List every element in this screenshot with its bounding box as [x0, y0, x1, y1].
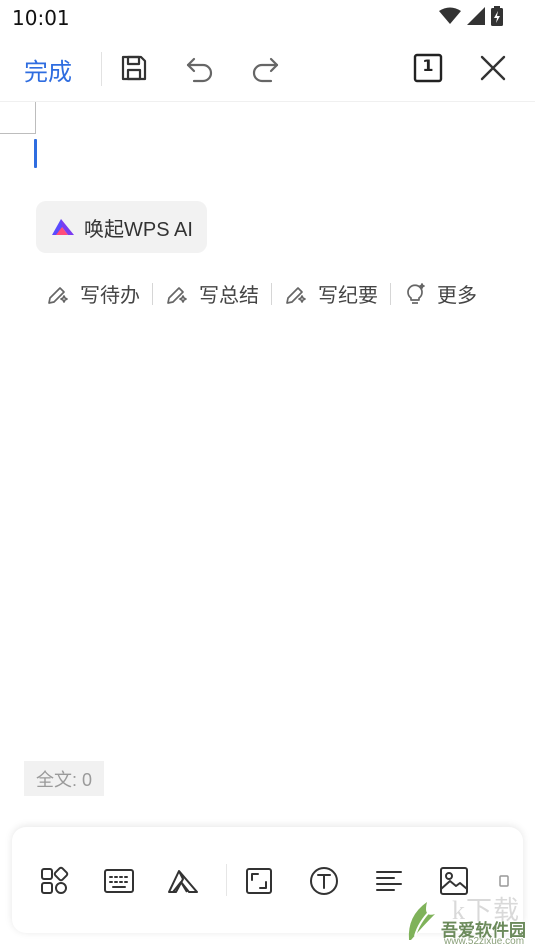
status-icons	[439, 6, 503, 26]
suggestion-label: 写总结	[199, 283, 259, 307]
page-corner-mark	[0, 133, 36, 134]
watermark-url: www.52zixue.com	[444, 936, 525, 947]
suggestion-label: 更多	[437, 283, 477, 307]
toolbar-bottom-border	[0, 101, 535, 102]
suggestion-label: 写待办	[80, 283, 140, 307]
page-number: 1	[422, 56, 434, 75]
suggestion-summary[interactable]: 写总结	[165, 279, 259, 308]
status-time: 10:01	[12, 6, 70, 30]
align-left-icon[interactable]	[369, 861, 409, 901]
bottom-toolbar-divider	[226, 864, 227, 896]
toolbar-divider	[101, 52, 102, 86]
word-count: 全文: 0	[24, 761, 104, 796]
suggestion-divider	[152, 282, 153, 305]
watermark-logo	[405, 896, 441, 946]
page-corner-mark-vertical	[35, 102, 36, 134]
pen-sparkle-icon	[46, 282, 70, 306]
keyboard-icon[interactable]	[99, 861, 139, 901]
apps-icon[interactable]	[34, 861, 74, 901]
bulb-icon	[403, 282, 427, 306]
wps-ai-button[interactable]: 唤起WPS AI	[36, 201, 207, 253]
suggestion-divider	[271, 282, 272, 305]
signal-icon	[467, 7, 485, 25]
close-icon[interactable]	[475, 50, 511, 86]
text-cursor	[34, 139, 37, 168]
battery-icon	[491, 6, 503, 26]
redo-icon[interactable]	[247, 50, 283, 86]
font-style-icon[interactable]	[164, 861, 204, 901]
fullscreen-icon[interactable]	[239, 861, 279, 901]
suggestion-label: 写纪要	[318, 283, 378, 307]
save-icon[interactable]	[116, 50, 152, 86]
pen-sparkle-icon	[165, 282, 189, 306]
suggestion-minutes[interactable]: 写纪要	[284, 279, 378, 308]
wifi-icon	[439, 7, 461, 24]
ai-suggestions: 写待办 写总结 写纪要 更多	[46, 279, 477, 308]
wps-ai-icon	[52, 219, 74, 235]
suggestion-todo[interactable]: 写待办	[46, 279, 140, 308]
wps-ai-label: 唤起WPS AI	[84, 218, 193, 241]
page-indicator[interactable]: 1	[410, 50, 446, 86]
done-button[interactable]: 完成	[24, 52, 72, 87]
undo-icon[interactable]	[182, 50, 218, 86]
pen-sparkle-icon	[284, 282, 308, 306]
text-box-icon[interactable]	[304, 861, 344, 901]
suggestion-more[interactable]: 更多	[403, 279, 477, 308]
suggestion-divider	[390, 282, 391, 305]
